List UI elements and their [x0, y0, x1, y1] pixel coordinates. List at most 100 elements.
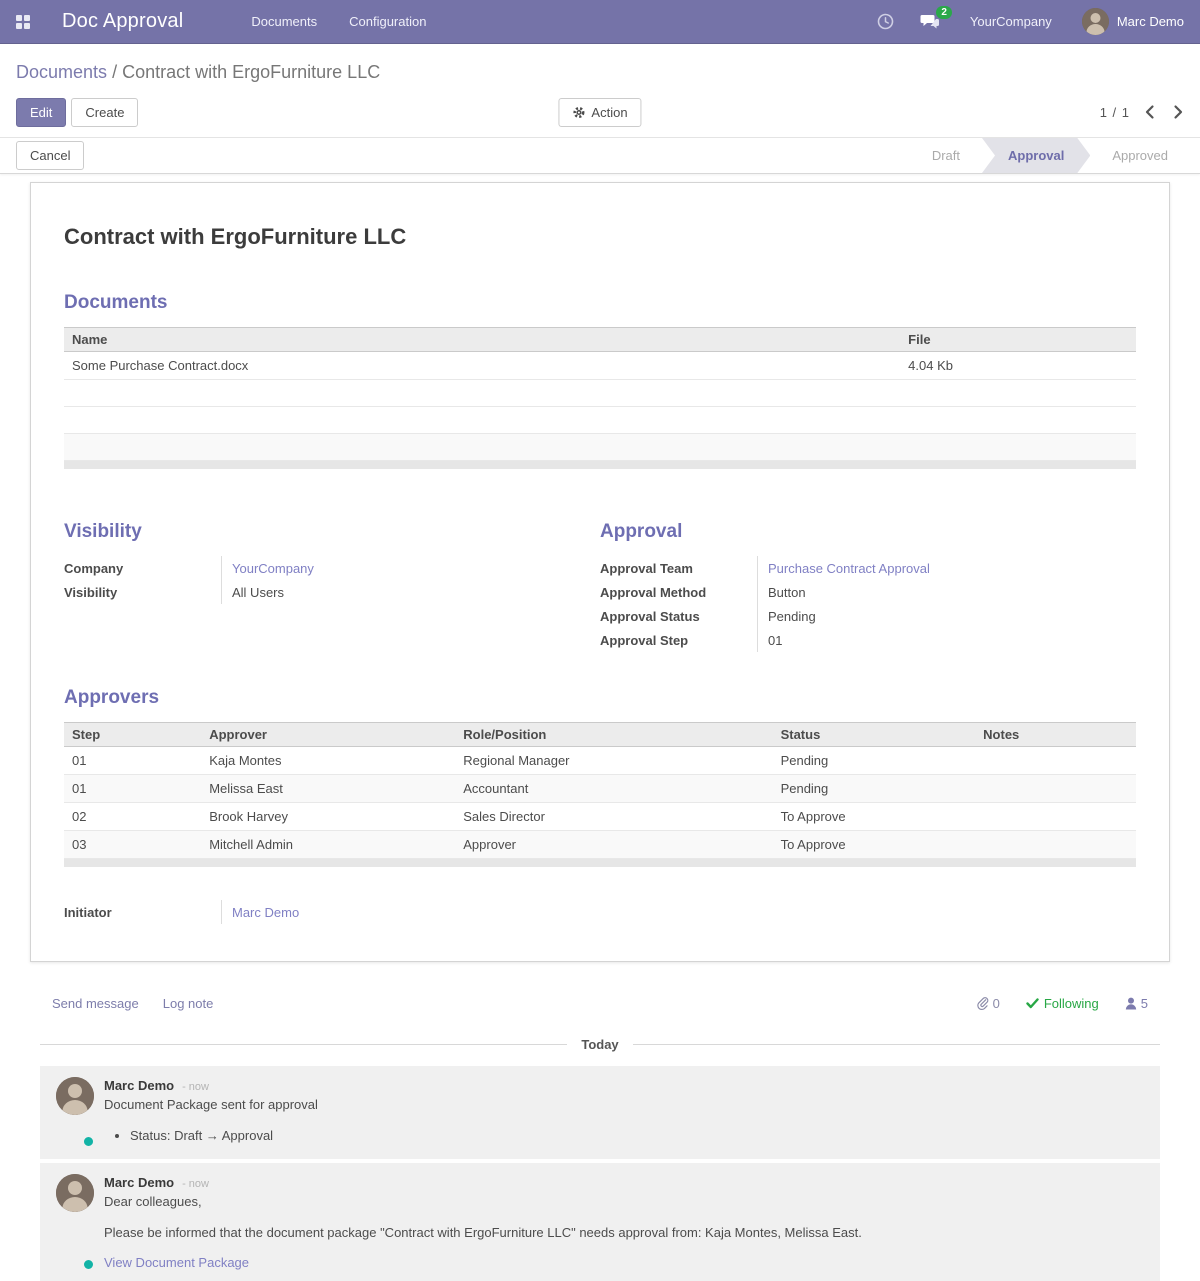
cancel-button[interactable]: Cancel — [16, 141, 84, 170]
status-draft[interactable]: Draft — [910, 138, 982, 173]
document-file-cell: 4.04 Kb — [900, 352, 1136, 380]
empty-row — [64, 380, 1136, 407]
approval-section-heading: Approval — [600, 521, 1136, 543]
approver-step-cell: 02 — [64, 803, 201, 831]
message-author[interactable]: Marc Demo — [104, 1175, 174, 1190]
approval-step-value: 01 — [757, 628, 977, 652]
approver-name-cell: Kaja Montes — [201, 747, 455, 775]
approver-status-cell: To Approve — [773, 831, 976, 859]
documents-table: Name File Some Purchase Contract.docx 4.… — [64, 327, 1136, 461]
documents-col-name[interactable]: Name — [64, 328, 900, 352]
breadcrumb: Documents / Contract with ErgoFurniture … — [16, 62, 1184, 83]
documents-col-file[interactable]: File — [900, 328, 1136, 352]
pager-previous-icon[interactable] — [1144, 104, 1155, 120]
message-card: Marc Demo - now Document Package sent fo… — [40, 1066, 1160, 1159]
company-value-link[interactable]: YourCompany — [232, 561, 314, 576]
status-approval[interactable]: Approval — [982, 138, 1090, 173]
form-statusbar: Cancel Draft Approval Approved — [0, 138, 1200, 174]
company-switcher[interactable]: YourCompany — [958, 14, 1064, 29]
messages-chat-icon[interactable]: 2 — [912, 10, 948, 34]
approver-role-cell: Approver — [455, 831, 772, 859]
approvers-col-notes[interactable]: Notes — [975, 723, 1136, 747]
followers-button[interactable]: 5 — [1125, 996, 1148, 1011]
activities-clock-icon[interactable] — [869, 9, 902, 34]
record-title: Contract with ErgoFurniture LLC — [64, 224, 1136, 250]
attachments-button[interactable]: 0 — [976, 996, 1000, 1011]
log-note-button[interactable]: Log note — [163, 996, 214, 1011]
menu-configuration[interactable]: Configuration — [337, 8, 438, 35]
send-message-button[interactable]: Send message — [52, 996, 139, 1011]
message-time: - now — [182, 1081, 209, 1093]
approvers-table: Step Approver Role/Position Status Notes… — [64, 722, 1136, 859]
documents-table-footer — [64, 461, 1136, 469]
approver-name-cell: Mitchell Admin — [201, 831, 455, 859]
initiator-value-link[interactable]: Marc Demo — [232, 905, 299, 920]
edit-button[interactable]: Edit — [16, 98, 66, 127]
message-body: Document Package sent for approval — [104, 1096, 1144, 1114]
approvers-section-heading: Approvers — [64, 687, 1136, 709]
user-menu[interactable]: Marc Demo — [1074, 8, 1184, 35]
approval-step-label: Approval Step — [600, 628, 757, 652]
approval-team-value-link[interactable]: Purchase Contract Approval — [768, 561, 930, 576]
document-row[interactable]: Some Purchase Contract.docx 4.04 Kb — [64, 352, 1136, 380]
approver-role-cell: Regional Manager — [455, 747, 772, 775]
document-name-cell: Some Purchase Contract.docx — [64, 352, 900, 380]
app-title: Doc Approval — [62, 10, 183, 33]
menu-documents[interactable]: Documents — [239, 8, 329, 35]
breadcrumb-documents[interactable]: Documents — [16, 62, 107, 82]
message-time: - now — [182, 1178, 209, 1190]
online-status-dot — [82, 1258, 95, 1271]
message-avatar[interactable] — [56, 1174, 94, 1270]
approver-notes-cell — [975, 803, 1136, 831]
approver-status-cell: Pending — [773, 747, 976, 775]
person-icon — [1125, 997, 1137, 1010]
following-button[interactable]: Following — [1026, 996, 1099, 1011]
empty-row — [64, 407, 1136, 434]
approver-row[interactable]: 03 Mitchell Admin Approver To Approve — [64, 831, 1136, 859]
approvers-table-footer — [64, 859, 1136, 867]
approval-group: Approval Approval Team Purchase Contract… — [600, 521, 1136, 652]
visibility-group: Visibility Company YourCompany Visibilit… — [64, 521, 600, 652]
approvers-col-approver[interactable]: Approver — [201, 723, 455, 747]
approver-status-cell: To Approve — [773, 803, 976, 831]
approval-team-label: Approval Team — [600, 556, 757, 580]
approvers-col-step[interactable]: Step — [64, 723, 201, 747]
approval-method-value: Button — [757, 580, 977, 604]
approver-row[interactable]: 01 Melissa East Accountant Pending — [64, 775, 1136, 803]
following-label: Following — [1044, 996, 1099, 1011]
status-approved[interactable]: Approved — [1090, 138, 1190, 173]
pager-next-icon[interactable] — [1173, 104, 1184, 120]
approvers-col-status[interactable]: Status — [773, 723, 976, 747]
approver-status-cell: Pending — [773, 775, 976, 803]
message-avatar[interactable] — [56, 1077, 94, 1147]
approver-notes-cell — [975, 831, 1136, 859]
message-author[interactable]: Marc Demo — [104, 1078, 174, 1093]
form-sheet: Contract with ErgoFurniture LLC Document… — [30, 182, 1170, 962]
approver-row[interactable]: 01 Kaja Montes Regional Manager Pending — [64, 747, 1136, 775]
action-label: Action — [591, 105, 627, 120]
create-button[interactable]: Create — [71, 98, 138, 127]
approver-row[interactable]: 02 Brook Harvey Sales Director To Approv… — [64, 803, 1136, 831]
chatter: Send message Log note 0 Following — [0, 962, 1200, 1281]
apps-grid-icon[interactable] — [16, 15, 30, 29]
approval-method-label: Approval Method — [600, 580, 757, 604]
user-name: Marc Demo — [1117, 14, 1184, 29]
documents-section-heading: Documents — [64, 292, 1136, 314]
message-status-change: Status: Draft → Approval — [130, 1128, 1144, 1143]
approval-status-label: Approval Status — [600, 604, 757, 628]
approvers-col-role[interactable]: Role/Position — [455, 723, 772, 747]
visibility-section-heading: Visibility — [64, 521, 600, 543]
approver-role-cell: Sales Director — [455, 803, 772, 831]
approver-name-cell: Melissa East — [201, 775, 455, 803]
breadcrumb-separator: / — [112, 62, 117, 82]
gear-icon — [572, 106, 585, 119]
follower-count: 5 — [1141, 996, 1148, 1011]
approver-notes-cell — [975, 747, 1136, 775]
view-document-package-link[interactable]: View Document Package — [104, 1255, 1144, 1270]
action-button[interactable]: Action — [558, 98, 641, 127]
approver-name-cell: Brook Harvey — [201, 803, 455, 831]
paperclip-icon — [976, 996, 989, 1011]
breadcrumb-current: Contract with ErgoFurniture LLC — [122, 62, 380, 82]
approver-step-cell: 01 — [64, 775, 201, 803]
top-navbar: Doc Approval Documents Configuration 2 Y… — [0, 0, 1200, 44]
